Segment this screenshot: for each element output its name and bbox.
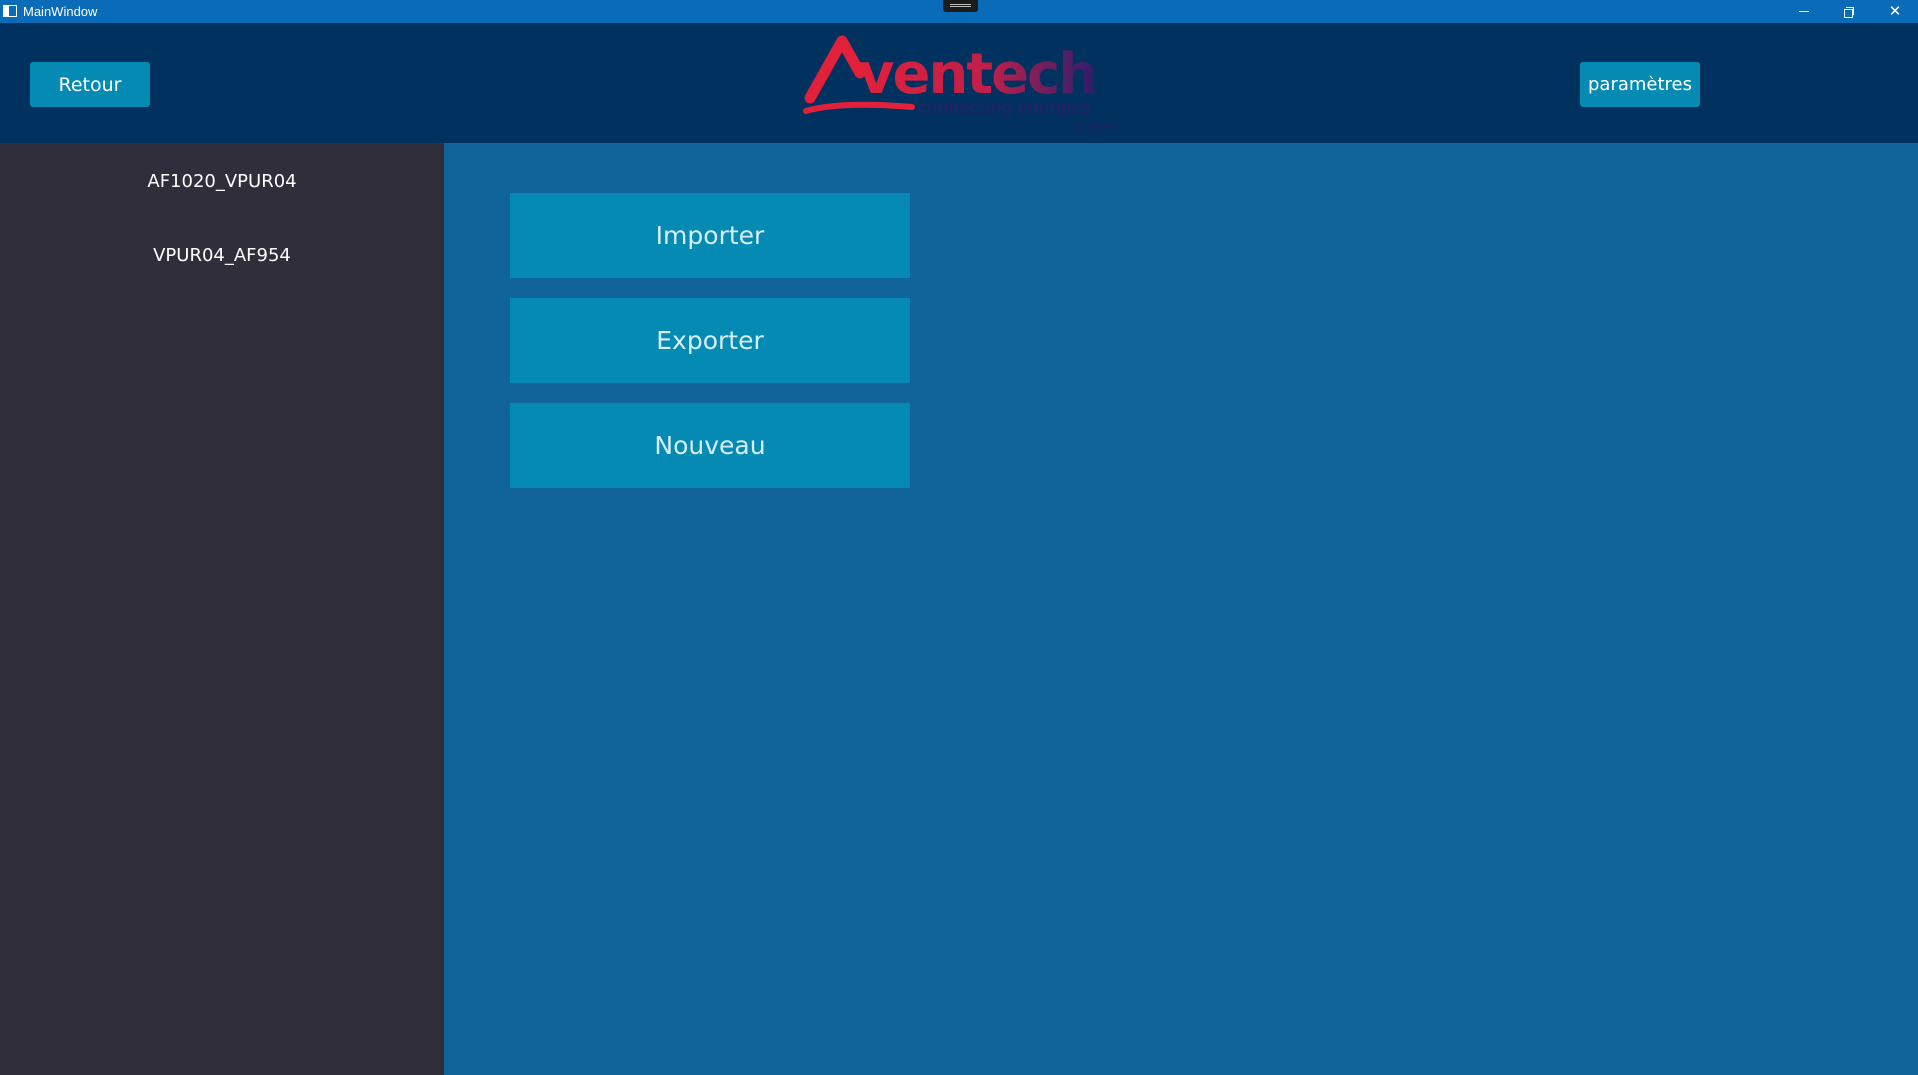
export-button[interactable]: Exporter: [510, 298, 910, 383]
sidebar: AF1020_VPUR04 VPUR04_AF954: [0, 143, 444, 1075]
drag-handle-icon[interactable]: [943, 0, 978, 12]
import-button[interactable]: Importer: [510, 193, 910, 278]
minimize-icon: [1799, 11, 1809, 12]
logo-graphic: ventech connecting energies by Kryes: [803, 35, 1116, 133]
app-header: Retour ventech connecting energies by Kr…: [0, 23, 1918, 143]
window-titlebar[interactable]: MainWindow ✕: [0, 0, 1918, 23]
new-button[interactable]: Nouveau: [510, 403, 910, 488]
app-window-icon: [3, 5, 17, 17]
restore-icon: [1844, 6, 1854, 18]
window-title: MainWindow: [23, 4, 98, 19]
restore-button[interactable]: [1826, 0, 1872, 23]
back-button[interactable]: Retour: [30, 62, 150, 107]
settings-button[interactable]: paramètres: [1580, 62, 1700, 107]
sidebar-item-af1020-vpur04[interactable]: AF1020_VPUR04: [0, 161, 444, 201]
svg-text:connecting energies: connecting energies: [918, 98, 1091, 118]
close-icon: ✕: [1888, 3, 1902, 20]
close-button[interactable]: ✕: [1872, 0, 1918, 23]
sidebar-item-vpur04-af954[interactable]: VPUR04_AF954: [0, 235, 444, 275]
main-content: Importer Exporter Nouveau: [444, 143, 1918, 1075]
minimize-button[interactable]: [1781, 0, 1827, 23]
aventech-logo: ventech connecting energies by Kryes: [800, 31, 1120, 136]
svg-text:by Kryes: by Kryes: [1072, 122, 1116, 133]
